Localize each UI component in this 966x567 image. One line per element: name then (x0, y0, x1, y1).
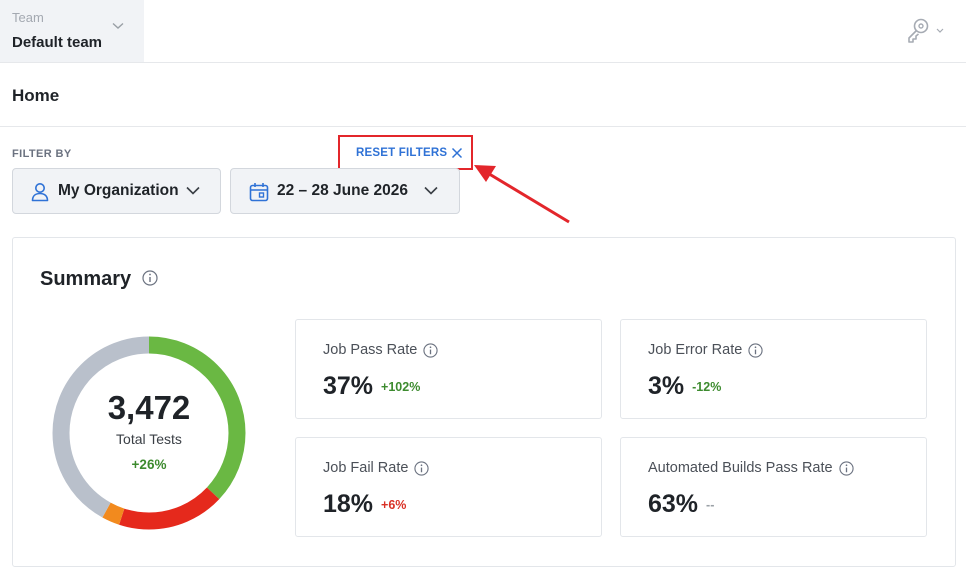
metric-delta: -- (706, 498, 715, 512)
account-menu-button[interactable] (906, 18, 948, 44)
summary-title: Summary (40, 268, 132, 290)
organization-dropdown[interactable]: My Organization (12, 168, 221, 214)
metric-value-row: 37% +102% (323, 372, 420, 401)
info-icon[interactable] (748, 342, 763, 358)
reset-filters-label: RESET FILTERS (356, 147, 448, 159)
metric-value: 18% (323, 490, 374, 518)
reset-filters-button[interactable]: RESET FILTERS (356, 147, 463, 159)
date-range-dropdown[interactable]: 22 – 28 June 2026 (230, 168, 460, 214)
metric-label-text: Job Error Rate (648, 342, 743, 358)
info-icon[interactable] (414, 460, 430, 476)
chevron-down-icon (112, 22, 124, 29)
key-icon (908, 18, 944, 43)
top-bar: Team Default team (0, 0, 966, 63)
metric-card-job-fail-rate: Job Fail Rate 18% +6% (295, 437, 602, 537)
metric-value-row: 18% +6% (323, 490, 406, 519)
metric-label-text: Job Pass Rate (323, 342, 418, 358)
metric-value: 3% (648, 372, 685, 400)
metric-label-text: Job Fail Rate (323, 460, 409, 476)
team-selector[interactable]: Team Default team (0, 0, 144, 62)
close-icon (452, 147, 463, 159)
metric-label: Job Fail Rate (323, 460, 430, 476)
metric-delta: -12% (692, 380, 722, 394)
calendar-icon (249, 183, 269, 202)
filter-by-label: FILTER BY (12, 148, 72, 160)
total-tests-delta: +26% (131, 457, 167, 472)
team-label: Team (12, 10, 44, 25)
chevron-down-icon (186, 186, 200, 195)
total-tests-value: 3,472 (107, 389, 191, 426)
team-value: Default team (12, 34, 103, 51)
metric-card-automated-builds-pass-rate: Automated Builds Pass Rate 63% -- (620, 437, 927, 537)
metric-value-row: 3% -12% (648, 372, 721, 401)
metric-label: Automated Builds Pass Rate (648, 460, 854, 476)
metric-card-job-error-rate: Job Error Rate 3% -12% (620, 319, 927, 419)
total-tests-label: Total Tests (116, 431, 182, 447)
metric-label-text: Automated Builds Pass Rate (648, 460, 833, 476)
metric-delta: +102% (381, 380, 421, 394)
info-icon[interactable] (423, 342, 438, 358)
annotation-arrow (474, 165, 570, 224)
chevron-down-icon (424, 186, 438, 195)
user-icon (31, 183, 49, 202)
metric-label: Job Pass Rate (323, 342, 438, 358)
metric-value: 63% (648, 490, 699, 518)
page-title: Home (12, 86, 60, 105)
metric-value-row: 63% -- (648, 490, 714, 519)
metric-card-job-pass-rate: Job Pass Rate 37% +102% (295, 319, 602, 419)
metric-value: 37% (323, 372, 374, 400)
metric-label: Job Error Rate (648, 342, 763, 358)
info-icon[interactable] (838, 460, 854, 476)
date-range-value: 22 – 28 June 2026 (277, 182, 408, 199)
page-header: Home (0, 63, 966, 127)
metric-delta: +6% (381, 498, 407, 512)
organization-value: My Organization (58, 182, 179, 199)
info-icon[interactable] (142, 270, 158, 286)
